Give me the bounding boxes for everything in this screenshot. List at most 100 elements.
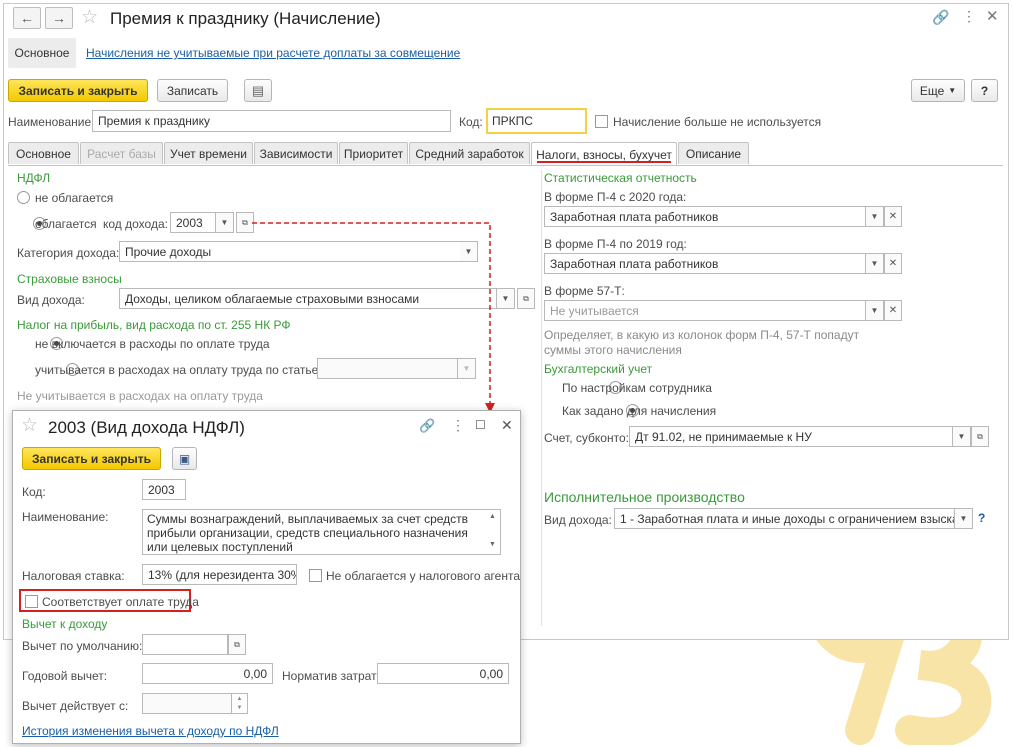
open-icon: ⧉ bbox=[234, 639, 240, 649]
category-label: Категория дохода: bbox=[17, 246, 120, 260]
popup-save-close-button[interactable]: Записать и закрыть bbox=[22, 447, 161, 470]
enforcement-header: Исполнительное производство bbox=[544, 489, 745, 505]
cost-norm-field[interactable]: 0,00 bbox=[377, 663, 509, 684]
tab-main[interactable]: Основное bbox=[8, 142, 79, 164]
ndfl-header: НДФЛ bbox=[17, 171, 51, 185]
arrow-left-icon: ← bbox=[20, 10, 34, 26]
popup-code-label: Код: bbox=[22, 485, 46, 499]
profit-opt1-label: не включается в расходы по оплате труда bbox=[35, 337, 270, 351]
more-button[interactable]: Еще ▼ bbox=[911, 79, 965, 102]
name-field[interactable]: Премия к празднику bbox=[92, 110, 451, 132]
tab-priority[interactable]: Приоритет bbox=[339, 142, 408, 164]
nav-main[interactable]: Основное bbox=[8, 38, 76, 68]
report-button[interactable]: ▤ bbox=[244, 79, 272, 102]
tab-description[interactable]: Описание bbox=[678, 142, 749, 164]
popup-name-field[interactable]: Суммы вознаграждений, выплачиваемых за с… bbox=[142, 509, 501, 555]
account-dropdown[interactable]: ▼ bbox=[953, 426, 971, 447]
account-label: Счет, субконто: bbox=[544, 431, 629, 445]
popup-link-icon[interactable]: 🔗 bbox=[419, 418, 435, 434]
labor-pay-checkbox[interactable] bbox=[25, 595, 38, 608]
annual-deduction-field[interactable]: 0,00 bbox=[142, 663, 273, 684]
close-icon[interactable]: ✕ bbox=[986, 7, 999, 25]
f57-field[interactable]: Не учитывается bbox=[544, 300, 866, 321]
p4-2020-dropdown[interactable]: ▼ bbox=[866, 206, 884, 227]
save-close-button[interactable]: Записать и закрыть bbox=[8, 79, 148, 102]
popup-rate-field[interactable]: 13% (для нерезидента 30%) bbox=[142, 564, 297, 585]
back-button[interactable]: ← bbox=[13, 7, 41, 29]
insurance-open[interactable]: ⧉ bbox=[517, 288, 535, 309]
active-tab-underline bbox=[537, 161, 671, 163]
tab-time[interactable]: Учет времени bbox=[164, 142, 253, 164]
deduction-header: Вычет к доходу bbox=[22, 617, 108, 631]
scroll-down-icon[interactable]: ▼ bbox=[489, 541, 496, 548]
stats-header: Статистическая отчетность bbox=[544, 171, 697, 185]
forward-button[interactable]: → bbox=[45, 7, 73, 29]
history-link[interactable]: История изменения вычета к доходу по НДФ… bbox=[22, 724, 279, 738]
account-open[interactable]: ⧉ bbox=[971, 426, 989, 447]
f57-dropdown[interactable]: ▼ bbox=[866, 300, 884, 321]
more-vert-icon[interactable]: ⋮ bbox=[962, 8, 976, 25]
popup-name-label: Наименование: bbox=[22, 510, 109, 524]
p4-2019-clear[interactable]: ✕ bbox=[884, 253, 902, 274]
code-field[interactable]: ПРКПС bbox=[486, 108, 587, 134]
ndfl-not-taxed-radio[interactable] bbox=[17, 191, 30, 204]
p4-2020-clear[interactable]: ✕ bbox=[884, 206, 902, 227]
popup-maximize-icon[interactable]: ☐ bbox=[475, 418, 486, 432]
default-deduction-field[interactable] bbox=[142, 634, 228, 655]
more-label: Еще bbox=[919, 83, 945, 98]
open-icon: ⧉ bbox=[242, 217, 248, 227]
star-icon[interactable]: ☆ bbox=[81, 6, 98, 29]
income-code-dropdown[interactable]: ▼ bbox=[216, 212, 234, 233]
floppy-disk-icon: ▣ bbox=[178, 451, 191, 466]
valid-from-spinner[interactable]: ▲ ▼ bbox=[232, 693, 248, 714]
code-label: Код: bbox=[459, 115, 483, 129]
insurance-header: Страховые взносы bbox=[17, 272, 122, 286]
tab-calc-base[interactable]: Расчет базы bbox=[80, 142, 163, 164]
chevron-down-icon: ▼ bbox=[220, 218, 229, 227]
save-button[interactable]: Записать bbox=[157, 79, 228, 102]
f57-clear[interactable]: ✕ bbox=[884, 300, 902, 321]
default-deduction-open[interactable]: ⧉ bbox=[228, 634, 246, 655]
popup-code-field[interactable]: 2003 bbox=[142, 479, 186, 500]
popup-rate-label: Налоговая ставка: bbox=[22, 569, 125, 583]
p4-2019-dropdown[interactable]: ▼ bbox=[866, 253, 884, 274]
help-button[interactable]: ? bbox=[971, 79, 998, 102]
p4-2020-label: В форме П-4 с 2020 года: bbox=[544, 190, 687, 204]
tab-dependencies[interactable]: Зависимости bbox=[254, 142, 338, 164]
default-deduction-label: Вычет по умолчанию: bbox=[22, 639, 143, 653]
income-code-field[interactable]: 2003 bbox=[170, 212, 216, 233]
not-taxed-agent-checkbox[interactable] bbox=[309, 569, 322, 582]
chevron-down-icon: ▼ bbox=[948, 86, 957, 95]
tab-avg-earnings[interactable]: Средний заработок bbox=[409, 142, 530, 164]
chevron-down-icon: ▼ bbox=[959, 514, 968, 523]
enforcement-dropdown[interactable]: ▼ bbox=[955, 508, 973, 529]
tab-divider bbox=[8, 165, 1003, 166]
chevron-down-icon: ▼ bbox=[870, 306, 879, 315]
accounting-header: Бухгалтерский учет bbox=[544, 362, 653, 376]
popup-save-button[interactable]: ▣ bbox=[172, 447, 197, 470]
cost-norm-label: Норматив затрат: bbox=[282, 669, 380, 683]
p4-2019-field[interactable]: Заработная плата работников bbox=[544, 253, 866, 274]
popup-close-icon[interactable]: ✕ bbox=[501, 417, 513, 434]
name-label: Наименование: bbox=[8, 115, 95, 129]
valid-from-label: Вычет действует с: bbox=[22, 699, 129, 713]
enforcement-income-type-field[interactable]: 1 - Заработная плата и иные доходы с огр… bbox=[614, 508, 955, 529]
scroll-up-icon[interactable]: ▲ bbox=[489, 513, 496, 520]
popup-star-icon[interactable]: ☆ bbox=[21, 414, 38, 437]
insurance-income-type-label: Вид дохода: bbox=[17, 293, 85, 307]
unused-checkbox[interactable] bbox=[595, 115, 608, 128]
popup-title: 2003 (Вид дохода НДФЛ) bbox=[48, 418, 245, 437]
column-divider bbox=[541, 170, 542, 626]
chevron-down-icon: ▼ bbox=[870, 259, 879, 268]
acc-opt2-label: Как задано для начисления bbox=[562, 404, 717, 418]
account-field[interactable]: Дт 91.02, не принимаемые к НУ bbox=[629, 426, 953, 447]
enforcement-help[interactable]: ? bbox=[978, 511, 985, 525]
valid-from-field[interactable] bbox=[142, 693, 232, 714]
nav-link-excluded-accruals[interactable]: Начисления не учитываемые при расчете до… bbox=[86, 46, 460, 60]
link-icon[interactable]: 🔗 bbox=[932, 9, 949, 26]
chevron-down-icon: ▼ bbox=[870, 212, 879, 221]
enforcement-income-type-label: Вид дохода: bbox=[544, 513, 612, 527]
spin-down-icon: ▼ bbox=[236, 705, 243, 712]
popup-more-vert-icon[interactable]: ⋮ bbox=[451, 417, 465, 434]
p4-2020-field[interactable]: Заработная плата работников bbox=[544, 206, 866, 227]
